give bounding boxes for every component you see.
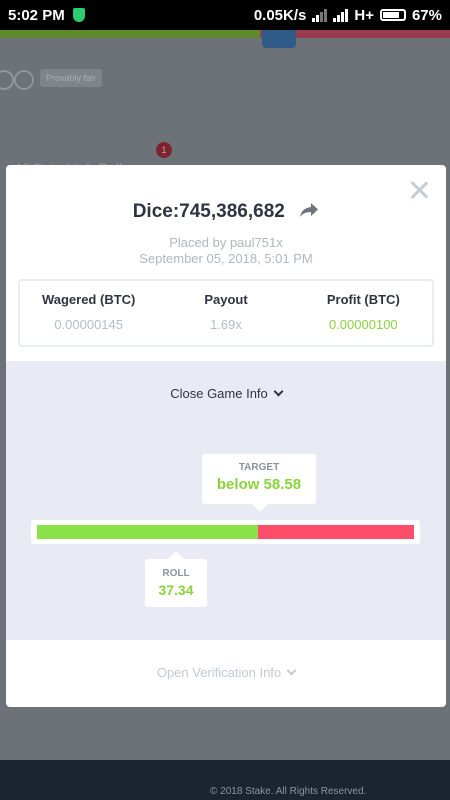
chevron-down-icon (286, 665, 297, 676)
network-speed: 0.05K/s (253, 6, 307, 24)
stat-value: 1.69x (210, 317, 242, 332)
stat-value: 0.00000100 (328, 317, 398, 332)
stat-payout: Payout 1.69x (157, 281, 294, 345)
shield-icon (72, 8, 85, 22)
battery-level: 67% (411, 6, 442, 24)
target-label: TARGET (238, 462, 280, 473)
placed-by: Placed by paul751x (169, 235, 283, 250)
background-check-icon (14, 70, 34, 90)
status-bar: 5:02 PM 0.05K/s H+ 67% (0, 0, 450, 30)
range-bar-track (37, 525, 414, 539)
open-verification-label: Open Verification Info (156, 665, 282, 680)
status-right: 0.05K/s H+ 67% (254, 7, 442, 24)
target-tooltip: TARGET below 58.58 (202, 454, 316, 512)
status-time: 5:02 PM (8, 6, 65, 24)
battery-icon (379, 9, 406, 21)
footer-copyright: © 2018 Stake. All Rights Reserved. (210, 786, 367, 797)
roll-tooltip: ROLL 37.34 (145, 551, 207, 607)
signal-icon (312, 8, 328, 22)
dice-range-bar (31, 520, 420, 544)
bet-stats: Wagered (BTC) 0.00000145 Payout 1.69x Pr… (18, 279, 434, 347)
title-row: Dice:745,386,682 (6, 201, 446, 223)
background-provably-fair-chip: Provably fair (40, 69, 102, 87)
signal-strength-icon (333, 8, 349, 22)
target-value: below 58.58 (216, 476, 302, 493)
open-verification-info-button[interactable]: Open Verification Info (6, 665, 446, 680)
background-footer: © 2018 Stake. All Rights Reserved. (0, 760, 450, 800)
bet-title: Dice:745,386,682 (132, 201, 285, 222)
stat-label: Wagered (BTC) (41, 292, 136, 307)
close-game-info-label: Close Game Info (170, 386, 268, 401)
bet-date: September 05, 2018, 5:01 PM (139, 251, 313, 266)
background-progress-strip (0, 30, 450, 38)
background-badge: 1 (156, 142, 172, 158)
win-range-segment (37, 525, 258, 539)
stat-wagered: Wagered (BTC) 0.00000145 (20, 281, 157, 345)
stat-profit: Profit (BTC) 0.00000100 (295, 281, 432, 345)
stat-label: Payout (204, 292, 248, 307)
stat-label: Profit (BTC) (326, 292, 400, 307)
close-icon[interactable] (408, 179, 430, 201)
share-icon[interactable] (299, 202, 319, 218)
close-game-info-button[interactable]: Close Game Info (6, 386, 446, 401)
stat-value: 0.00000145 (54, 317, 123, 332)
bet-details-modal: Dice:745,386,682 Placed by paul751x Sept… (6, 165, 446, 707)
game-info-panel: Close Game Info TARGET below 58.58 ROLL … (6, 361, 446, 640)
lose-range-segment (257, 525, 414, 539)
network-type: H+ (354, 6, 374, 24)
background-slider-knob (262, 30, 296, 48)
roll-value: 37.34 (158, 582, 194, 598)
background-circle-icon (0, 70, 14, 90)
roll-label: ROLL (162, 568, 190, 579)
chevron-down-icon (273, 386, 284, 397)
